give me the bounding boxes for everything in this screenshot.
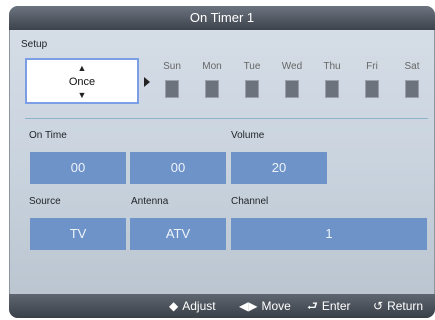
day-label-sat: Sat — [404, 61, 420, 72]
channel-label: Channel — [231, 196, 269, 207]
on-timer-dialog: On Timer 1 Setup ▲ Once ▼ Sun Mon Tue We… — [9, 6, 435, 318]
arrow-down-icon: ▼ — [77, 90, 87, 100]
source-label: Source — [29, 196, 61, 207]
day-label-tue: Tue — [243, 61, 261, 72]
hint-enter: ⮐ Enter — [307, 294, 351, 318]
arrow-up-icon: ▲ — [77, 63, 87, 73]
on-time-label: On Time — [29, 130, 67, 141]
day-checkbox-mon[interactable] — [205, 80, 219, 98]
return-icon: ↺ — [373, 299, 384, 313]
hint-bar: ◆ Adjust ◀▶ Move ⮐ Enter ↺ Return — [9, 294, 435, 318]
day-checkbox-wed[interactable] — [285, 80, 299, 98]
day-label-fri: Fri — [366, 61, 378, 72]
on-time-hour-field[interactable]: 00 — [30, 152, 126, 184]
hint-move: ◀▶ Move — [239, 294, 291, 318]
arrow-right-icon — [144, 77, 150, 87]
source-field[interactable]: TV — [30, 218, 126, 250]
hint-adjust: ◆ Adjust — [169, 294, 216, 318]
antenna-label: Antenna — [131, 196, 169, 207]
day-label-wed: Wed — [281, 61, 303, 72]
day-label-mon: Mon — [202, 61, 222, 72]
day-checkbox-tue[interactable] — [245, 80, 259, 98]
channel-field[interactable]: 1 — [231, 218, 427, 250]
day-label-sun: Sun — [163, 61, 181, 72]
hint-enter-label: Enter — [321, 299, 351, 313]
section-divider — [25, 118, 428, 119]
volume-field[interactable]: 20 — [231, 152, 327, 184]
on-time-minute-field[interactable]: 00 — [130, 152, 226, 184]
setup-label: Setup — [21, 39, 48, 50]
repeat-selector[interactable]: ▲ Once ▼ — [25, 58, 139, 104]
day-checkbox-sat[interactable] — [405, 80, 419, 98]
day-checkbox-thu[interactable] — [325, 80, 339, 98]
antenna-field[interactable]: ATV — [130, 218, 226, 250]
enter-icon: ⮐ — [307, 299, 318, 313]
repeat-value: Once — [68, 76, 96, 88]
left-right-icon: ◀▶ — [239, 299, 258, 313]
hint-adjust-label: Adjust — [182, 299, 216, 313]
hint-move-label: Move — [261, 299, 291, 313]
hint-return-label: Return — [387, 299, 424, 313]
day-label-thu: Thu — [323, 61, 341, 72]
dialog-title: On Timer 1 — [9, 6, 435, 30]
volume-label: Volume — [231, 130, 265, 141]
day-checkbox-fri[interactable] — [365, 80, 379, 98]
day-checkbox-sun[interactable] — [165, 80, 179, 98]
hint-return: ↺ Return — [373, 294, 423, 318]
up-down-icon: ◆ — [169, 299, 179, 313]
